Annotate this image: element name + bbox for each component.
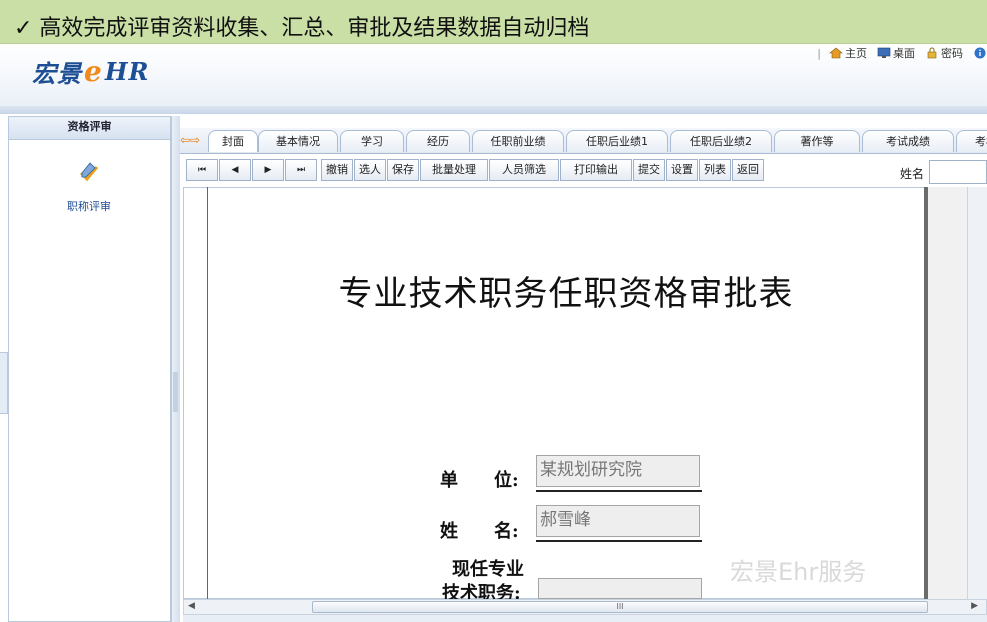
top-links-separator: |: [817, 46, 821, 60]
header-divider: [0, 106, 987, 114]
banner-text: ✓ 高效完成评审资料收集、汇总、审批及结果数据自动归档: [14, 16, 590, 41]
prev-record-button[interactable]: ◀: [219, 159, 251, 181]
password-link[interactable]: 密码: [925, 45, 963, 61]
next-record-button[interactable]: ▶: [252, 159, 284, 181]
submit-button[interactable]: 提交: [633, 159, 665, 181]
tab-exam-results[interactable]: 考试成绩: [862, 130, 954, 152]
tab-post-performance-1[interactable]: 任职后业绩1: [566, 130, 668, 152]
tab-post-performance-2[interactable]: 任职后业绩2: [670, 130, 772, 152]
scroll-right-arrow[interactable]: ▶: [971, 601, 978, 611]
tab-strip: ⇦⇨ 封面 基本情况 学习 经历 任职前业绩 任职后业绩1 任职后业绩2 著作等…: [180, 128, 987, 154]
undo-button[interactable]: 撤销: [321, 159, 353, 181]
list-button[interactable]: 列表: [699, 159, 731, 181]
desktop-link-label: 桌面: [893, 47, 915, 60]
select-person-button[interactable]: 选人: [354, 159, 386, 181]
first-record-button[interactable]: ⏮: [186, 159, 218, 181]
back-button[interactable]: 返回: [732, 159, 764, 181]
sidebar-item-title-review[interactable]: 职称评审: [49, 161, 129, 214]
print-output-button[interactable]: 打印输出: [560, 159, 632, 181]
tab-study[interactable]: 学习: [340, 130, 404, 152]
document-title: 专业技术职务任职资格审批表: [338, 274, 794, 314]
bottom-border: [183, 615, 987, 622]
promo-banner: ✓ 高效完成评审资料收集、汇总、审批及结果数据自动归档: [0, 0, 987, 44]
horizontal-scrollbar[interactable]: ◀ III ▶: [183, 599, 987, 615]
info-icon[interactable]: [973, 47, 987, 59]
filter-person-button[interactable]: 人员筛选: [489, 159, 559, 181]
left-panel-title: 资格评审: [9, 117, 170, 140]
desktop-link[interactable]: 桌面: [877, 45, 915, 61]
vertical-scrollbar[interactable]: [967, 187, 987, 599]
desktop-icon: [877, 47, 891, 58]
lock-icon: [927, 47, 937, 59]
logo-hr: HR: [104, 56, 150, 86]
tab-publications[interactable]: 著作等: [774, 130, 860, 152]
tab-scroll-arrows[interactable]: ⇦⇨: [180, 133, 200, 147]
position-field[interactable]: [538, 578, 702, 599]
page-left-edge: [207, 187, 208, 599]
document-viewer: [183, 187, 987, 599]
unit-field-underline: [536, 490, 702, 492]
tab-basic-info[interactable]: 基本情况: [258, 130, 338, 152]
name-search-input[interactable]: [929, 160, 987, 184]
left-panel: 资格评审 职称评审: [8, 116, 171, 622]
tab-experience[interactable]: 经历: [406, 130, 470, 152]
scrollbar-thumb[interactable]: III: [312, 601, 928, 613]
save-button[interactable]: 保存: [387, 159, 419, 181]
name-field[interactable]: 郝雪峰: [536, 505, 700, 537]
scroll-left-arrow[interactable]: ◀: [188, 601, 195, 611]
tab-cover[interactable]: 封面: [208, 130, 258, 152]
logo-brand: 宏景: [32, 58, 82, 88]
settings-button[interactable]: 设置: [666, 159, 698, 181]
last-record-button[interactable]: ⏭: [285, 159, 317, 181]
splitter-grip[interactable]: [173, 372, 178, 412]
unit-field[interactable]: 某规划研究院: [536, 455, 700, 487]
batch-process-button[interactable]: 批量处理: [420, 159, 488, 181]
review-pen-icon: [79, 162, 99, 182]
field-name-label: 姓 名:: [440, 521, 519, 542]
left-collapse-handle[interactable]: [0, 352, 8, 414]
home-link[interactable]: 主页: [829, 45, 867, 61]
panel-splitter[interactable]: [171, 116, 180, 622]
toolbar: ⏮ ◀ ▶ ⏭ 撤销 选人 保存 批量处理 人员筛选 打印输出 提交 设置 列表…: [186, 159, 765, 183]
home-icon: [829, 47, 843, 59]
watermark: 宏景Ehr服务: [730, 558, 867, 586]
home-link-label: 主页: [845, 47, 867, 60]
password-link-label: 密码: [941, 47, 963, 60]
logo-e: e: [84, 54, 103, 88]
tab-pre-performance[interactable]: 任职前业绩: [472, 130, 564, 152]
field-position-label-line1: 现任专业: [452, 559, 524, 580]
tab-assessment[interactable]: 考核: [956, 130, 987, 152]
field-unit-label: 单 位:: [440, 470, 519, 491]
app-logo: 宏景 e HR: [32, 54, 150, 88]
name-search-label: 姓名: [900, 167, 925, 181]
top-links: | 主页 桌面 密码: [817, 44, 987, 62]
name-field-underline: [536, 540, 702, 542]
sidebar-item-label: 职称评审: [67, 200, 111, 213]
